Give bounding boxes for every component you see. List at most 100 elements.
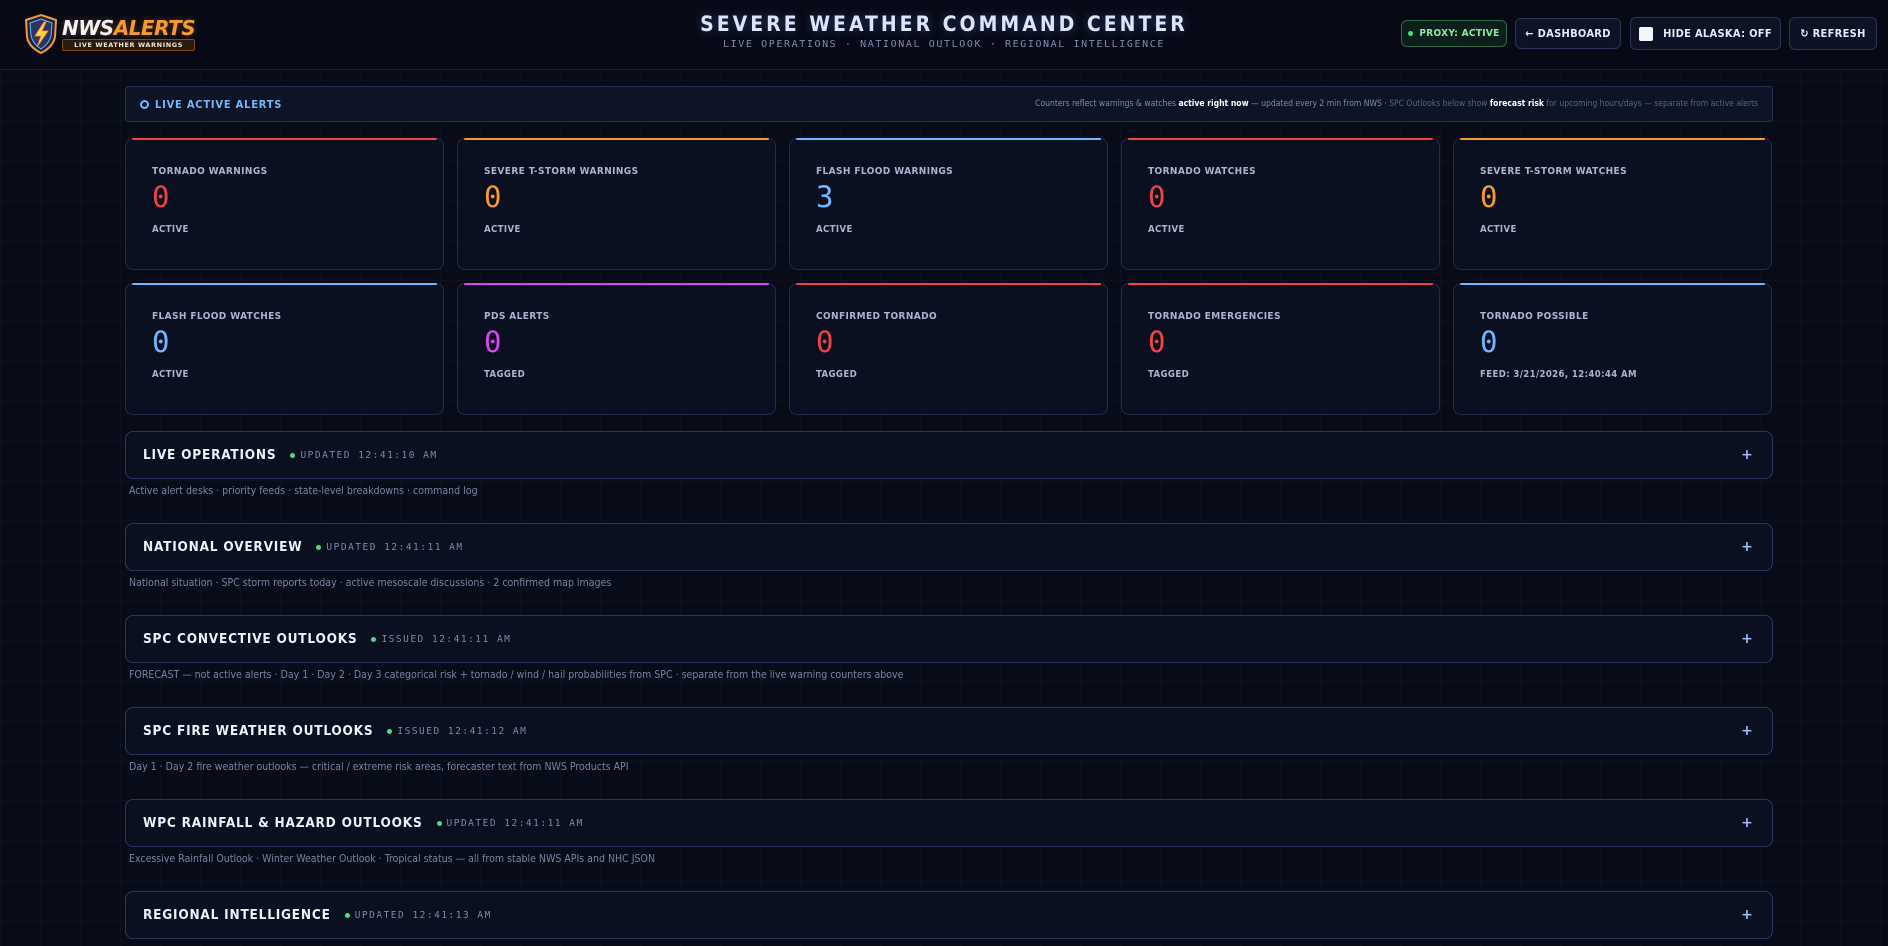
status-dot-icon [344,912,350,918]
section-regional-intelligence: REGIONAL INTELLIGENCE UPDATED 12:41:13 A… [125,891,1773,939]
counter-card-severe-tstorm-warnings[interactable]: SEVERE T-STORM WARNINGS 0 ACTIVE [457,138,776,270]
plus-icon[interactable]: + [1739,815,1755,831]
section-header[interactable]: SPC FIRE WEATHER OUTLOOKS ISSUED 12:41:1… [125,707,1773,755]
counter-card-flash-flood-warnings[interactable]: FLASH FLOOD WARNINGS 3 ACTIVE [789,138,1108,270]
counter-label: SEVERE T-STORM WATCHES [1480,166,1627,177]
counter-value: 0 [152,180,170,214]
counter-value: 3 [816,180,834,214]
proxy-status-label: PROXY: ACTIVE [1419,28,1500,39]
counter-sub: ACTIVE [816,224,853,235]
counter-value: 0 [816,325,834,359]
counter-sub: ACTIVE [152,369,189,380]
counter-sub: ACTIVE [1148,224,1185,235]
section-status: ISSUED 12:41:11 AM [371,634,511,645]
section-header[interactable]: REGIONAL INTELLIGENCE UPDATED 12:41:13 A… [125,891,1773,939]
counter-card-severe-tstorm-watches[interactable]: SEVERE T-STORM WATCHES 0 ACTIVE [1453,138,1772,270]
counter-label: SEVERE T-STORM WARNINGS [484,166,639,177]
counter-card-flash-flood-watches[interactable]: FLASH FLOOD WATCHES 0 ACTIVE [125,283,444,415]
counter-value: 0 [484,180,502,214]
refresh-button[interactable]: ↻ REFRESH [1789,17,1877,50]
plus-icon[interactable]: + [1739,723,1755,739]
section-title: NATIONAL OVERVIEW [143,539,303,555]
plus-icon[interactable]: + [1739,539,1755,555]
section-status: UPDATED 12:41:11 AM [316,542,463,553]
section-title: SPC FIRE WEATHER OUTLOOKS [143,723,374,739]
counter-value: 0 [484,325,502,359]
counter-sub: ACTIVE [484,224,521,235]
counter-card-pds-alerts[interactable]: PDS ALERTS 0 TAGGED [457,283,776,415]
hide-alaska-label: HIDE ALASKA: OFF [1663,27,1772,40]
section-description: Active alert desks · priority feeds · st… [129,485,478,497]
hide-alaska-toggle[interactable]: HIDE ALASKA: OFF [1630,17,1781,50]
counter-card-tornado-emergencies[interactable]: TORNADO EMERGENCIES 0 TAGGED [1121,283,1440,415]
refresh-button-label: ↻ REFRESH [1800,27,1866,40]
collapsible-sections: LIVE OPERATIONS UPDATED 12:41:10 AM + Ac… [125,431,1773,939]
counter-sub: TAGGED [484,369,526,380]
shield-lightning-icon [24,13,58,55]
dashboard-button[interactable]: ← DASHBOARD [1515,18,1621,49]
section-live-operations: LIVE OPERATIONS UPDATED 12:41:10 AM + Ac… [125,431,1773,513]
top-bar: NWSALERTS LIVE WEATHER WARNINGS SEVERE W… [0,0,1888,70]
section-title: LIVE OPERATIONS [143,447,277,463]
status-dot-icon [316,544,322,550]
counter-sub: FEED: 3/21/2026, 12:40:44 AM [1480,369,1637,380]
counter-value: 0 [1148,325,1166,359]
section-description: National situation · SPC storm reports t… [129,577,612,589]
section-spc-fire-weather-outlooks: SPC FIRE WEATHER OUTLOOKS ISSUED 12:41:1… [125,707,1773,789]
counter-card-tornado-warnings[interactable]: TORNADO WARNINGS 0 ACTIVE [125,138,444,270]
counter-sub: TAGGED [816,369,858,380]
live-alerts-banner: LIVE ACTIVE ALERTS Counters reflect warn… [125,86,1773,122]
plus-icon[interactable]: + [1739,447,1755,463]
section-status: UPDATED 12:41:13 AM [344,910,492,921]
dashboard-button-label: ← DASHBOARD [1525,27,1611,40]
section-description: FORECAST — not active alerts · Day 1 · D… [129,669,904,681]
status-dot-icon [290,452,296,458]
section-status: UPDATED 12:41:11 AM [436,818,584,829]
status-dot-icon [371,636,377,642]
section-header[interactable]: WPC RAINFALL & HAZARD OUTLOOKS UPDATED 1… [125,799,1773,847]
app-logo[interactable]: NWSALERTS LIVE WEATHER WARNINGS [22,12,196,56]
live-alerts-title: LIVE ACTIVE ALERTS [155,97,283,111]
hide-alaska-checkbox[interactable] [1639,26,1654,41]
plus-icon[interactable]: + [1739,907,1755,923]
live-alerts-note: Counters reflect warnings & watches acti… [1035,99,1758,109]
section-title: WPC RAINFALL & HAZARD OUTLOOKS [143,815,423,831]
counter-label: FLASH FLOOD WARNINGS [816,166,954,177]
counter-card-tornado-possible[interactable]: TORNADO POSSIBLE 0 FEED: 3/21/2026, 12:4… [1453,283,1772,415]
counter-value: 0 [1480,180,1498,214]
ring-icon [140,99,149,109]
section-title: REGIONAL INTELLIGENCE [143,907,331,923]
section-spc-convective-outlooks: SPC CONVECTIVE OUTLOOKS ISSUED 12:41:11 … [125,615,1773,697]
section-national-overview: NATIONAL OVERVIEW UPDATED 12:41:11 AM + … [125,523,1773,605]
counter-label: FLASH FLOOD WATCHES [152,311,282,322]
counter-sub: ACTIVE [1480,224,1517,235]
section-description: Excessive Rainfall Outlook · Winter Weat… [129,853,656,865]
logo-tagline: LIVE WEATHER WARNINGS [62,38,196,51]
section-header[interactable]: NATIONAL OVERVIEW UPDATED 12:41:11 AM + [125,523,1773,571]
counter-value: 0 [1148,180,1166,214]
counter-sub: TAGGED [1148,369,1190,380]
main-content: LIVE ACTIVE ALERTS Counters reflect warn… [125,86,1773,946]
counter-label: CONFIRMED TORNADO [816,311,938,322]
plus-icon[interactable]: + [1739,631,1755,647]
alert-counter-grid: TORNADO WARNINGS 0 ACTIVE SEVERE T-STORM… [125,138,1773,415]
section-description: Day 1 · Day 2 fire weather outlooks — cr… [129,761,629,773]
counter-label: TORNADO WATCHES [1148,166,1257,177]
counter-card-confirmed-tornado[interactable]: CONFIRMED TORNADO 0 TAGGED [789,283,1108,415]
section-header[interactable]: SPC CONVECTIVE OUTLOOKS ISSUED 12:41:11 … [125,615,1773,663]
section-header[interactable]: LIVE OPERATIONS UPDATED 12:41:10 AM + [125,431,1773,479]
status-dot-icon [1408,31,1414,36]
counter-label: TORNADO EMERGENCIES [1148,311,1281,322]
proxy-status-badge: PROXY: ACTIVE [1401,20,1507,47]
status-dot-icon [436,820,442,826]
counter-card-tornado-watches[interactable]: TORNADO WATCHES 0 ACTIVE [1121,138,1440,270]
section-status: UPDATED 12:41:10 AM [290,450,437,461]
section-wpc-rainfall-hazard-outlooks: WPC RAINFALL & HAZARD OUTLOOKS UPDATED 1… [125,799,1773,881]
counter-value: 0 [1480,325,1498,359]
section-title: SPC CONVECTIVE OUTLOOKS [143,631,358,647]
status-dot-icon [387,728,393,734]
counter-value: 0 [152,325,170,359]
logo-wordmark: NWSALERTS [62,15,196,40]
counter-sub: ACTIVE [152,224,189,235]
counter-label: TORNADO WARNINGS [152,166,268,177]
